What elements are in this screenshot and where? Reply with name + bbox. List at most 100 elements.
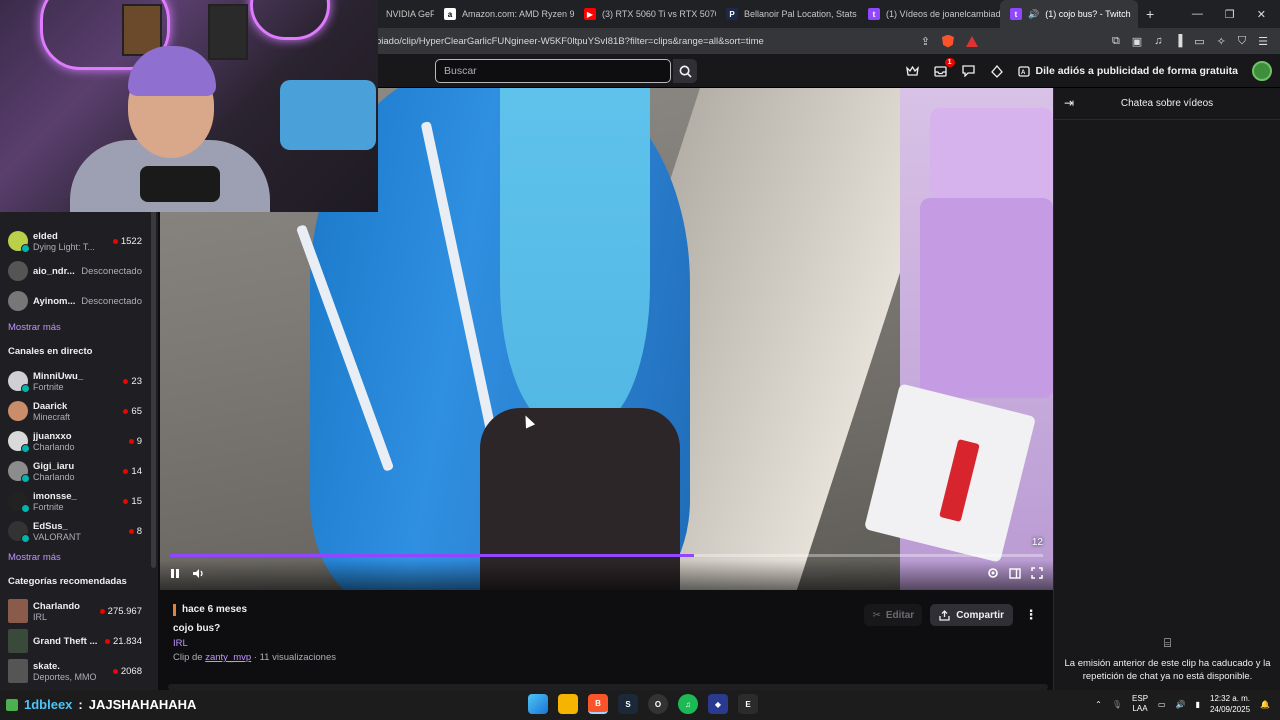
language-indicator[interactable]: ESP LAA <box>1132 694 1148 714</box>
followed-channels: elded Dying Light: T... 1522 aio_ndr... … <box>0 226 150 686</box>
viewer-count: 2068 <box>112 666 142 677</box>
edit-button[interactable]: ✂ Editar <box>864 604 923 626</box>
channel-name: MinniUwu_ <box>33 370 84 382</box>
audio-playing-icon[interactable]: 🔊 <box>1028 9 1039 20</box>
video-scene-tshirt <box>930 108 1053 198</box>
vpn-icon[interactable]: ⛉ <box>1238 35 1246 48</box>
tray-expand-icon[interactable]: ⌃ <box>1095 700 1102 709</box>
leo-icon[interactable]: ✧ <box>1217 35 1226 48</box>
brave-rewards-icon[interactable] <box>965 35 978 47</box>
menu-icon[interactable]: ☰ <box>1258 35 1268 48</box>
volume-icon[interactable] <box>192 566 205 584</box>
share-icon[interactable]: ⇪ <box>921 35 930 48</box>
clip-author-link[interactable]: zanty_mvp <box>205 652 251 663</box>
browser-tab-3[interactable]: P Bellanoir Pal Location, Stats & <box>716 0 858 28</box>
steam-icon[interactable]: S <box>618 694 638 714</box>
viewer-number: 65 <box>131 405 142 417</box>
sidebar-channel-elded[interactable]: elded Dying Light: T... 1522 <box>0 226 150 256</box>
user-avatar[interactable] <box>1252 61 1272 81</box>
bits-icon[interactable] <box>990 64 1004 78</box>
tab-label: Bellanoir Pal Location, Stats & <box>744 9 858 19</box>
wallet-icon[interactable]: ▭ <box>1194 35 1204 48</box>
share-label: Compartir <box>956 609 1004 621</box>
inbox-icon[interactable]: 1 <box>934 58 955 78</box>
channel-name: EdSus_ <box>33 520 68 532</box>
maximize-icon[interactable]: ❐ <box>1225 8 1235 21</box>
vpn-app-icon[interactable]: ◆ <box>708 694 728 714</box>
avatar <box>8 291 28 311</box>
extensions-icon[interactable]: ⧉ <box>1112 35 1120 48</box>
sidebar-channel-aio[interactable]: aio_ndr... Desconectado <box>0 256 150 286</box>
microphone <box>140 166 220 202</box>
sidebar-category-gta[interactable]: Grand Theft ... 21.834 <box>0 626 150 656</box>
pause-icon[interactable] <box>170 566 180 584</box>
network-icon[interactable]: ▭ <box>1158 700 1166 709</box>
music-icon[interactable]: ♫ <box>1154 35 1162 47</box>
more-options-icon[interactable]: ⋮ <box>1021 604 1041 626</box>
epic-games-icon[interactable]: E <box>738 694 758 714</box>
scissors-icon: ✂ <box>872 609 881 621</box>
viewer-number: 275.967 <box>107 605 142 617</box>
clip-category-link[interactable]: IRL <box>173 638 1040 649</box>
video-progress-fill <box>170 554 694 557</box>
obs-icon[interactable]: O <box>648 694 668 714</box>
video-controls <box>160 560 1053 590</box>
new-tab-icon[interactable]: + <box>1146 6 1154 22</box>
crown-icon[interactable] <box>906 64 920 78</box>
search-input[interactable]: Buscar <box>435 59 671 83</box>
sidebar-channel-ayinom[interactable]: Ayinom... Desconectado <box>0 286 150 316</box>
twitch-icon: t <box>1010 8 1022 20</box>
viewer-count: 8 <box>128 526 142 537</box>
show-more-followed[interactable]: Mostrar más <box>0 316 150 340</box>
channel-text: EdSus_ VALORANT <box>33 521 129 542</box>
browser-tab-active[interactable]: t 🔊 (1) cojo bus? - Twitch ✕ <box>1000 0 1138 28</box>
video-progress-bar[interactable] <box>170 554 1043 557</box>
viewer-number: 9 <box>136 435 142 447</box>
minimize-icon[interactable]: — <box>1192 8 1203 21</box>
show-more-live[interactable]: Mostrar más <box>0 546 150 570</box>
search-button[interactable] <box>673 59 697 83</box>
mic-tray-icon[interactable]: 🎙 <box>1112 700 1122 709</box>
sidebar-category-charlando[interactable]: Charlando IRL 275.967 <box>0 596 150 626</box>
media-icon[interactable]: ▣ <box>1132 35 1142 48</box>
whispers-icon[interactable] <box>962 64 976 78</box>
online-dot <box>21 244 30 253</box>
browser-tab-1[interactable]: a Amazon.com: AMD Ryzen 9 59 <box>434 0 574 28</box>
sidebar-icon[interactable]: ▐ <box>1174 35 1182 47</box>
speaker-icon[interactable]: 🔊 <box>1176 700 1186 709</box>
sidebar-category-skate[interactable]: skate. Deportes, MMO 2068 <box>0 656 150 686</box>
theatre-mode-icon[interactable] <box>1009 566 1021 584</box>
ad-free-icon: A <box>1017 65 1030 77</box>
video-scene-shirt <box>500 88 650 428</box>
browser-tab-4[interactable]: t (1) Vídeos de joanelcambiado <box>858 0 1000 28</box>
browser-tab-0[interactable]: NVIDIA GeF <box>376 0 434 28</box>
sidebar-channel-gigi[interactable]: Gigi_iaru Charlando 14 <box>0 456 150 486</box>
file-explorer-icon[interactable] <box>558 694 578 714</box>
share-button[interactable]: Compartir <box>930 604 1013 626</box>
fullscreen-icon[interactable] <box>1031 566 1043 584</box>
brave-shield-icon[interactable] <box>941 34 954 48</box>
tab-label: (3) RTX 5060 Ti vs RTX 5070 Ti <box>602 9 716 19</box>
windows-start-icon[interactable] <box>528 694 548 714</box>
category-name: Grand Theft ... <box>33 635 98 647</box>
sidebar-channel-jjuanxxo[interactable]: jjuanxxo Charlando 9 <box>0 426 150 456</box>
system-clock[interactable]: 12:32 a. m. 24/09/2025 <box>1210 693 1250 715</box>
ad-free-button[interactable]: A Dile adiós a publicidad de forma gratu… <box>1017 65 1238 77</box>
url-field[interactable]: biado/clip/HyperClearGarlicFUNgineer-W5K… <box>376 36 764 47</box>
channel-category: Fortnite <box>33 381 64 392</box>
battery-icon[interactable]: ▮ <box>1196 700 1200 709</box>
notifications-icon[interactable]: 🔔 <box>1260 700 1270 709</box>
category-name: Charlando <box>33 600 80 612</box>
sidebar-channel-edsus[interactable]: EdSus_ VALORANT 8 <box>0 516 150 546</box>
spotify-icon[interactable]: ♫ <box>678 694 698 714</box>
sidebar-channel-imonsse[interactable]: imonsse_ Fortnite 15 <box>0 486 150 516</box>
collapse-chat-icon[interactable]: ⇥ <box>1064 96 1074 110</box>
sidebar-channel-daarick[interactable]: Daarick Minecraft 65 <box>0 396 150 426</box>
browser-tab-2[interactable]: ▶ (3) RTX 5060 Ti vs RTX 5070 Ti <box>574 0 716 28</box>
chat-title: Chatea sobre vídeos <box>1120 98 1214 109</box>
settings-gear-icon[interactable] <box>987 566 999 584</box>
close-window-icon[interactable]: ✕ <box>1257 8 1266 21</box>
overlay-chat-separator: : <box>78 697 83 712</box>
sidebar-channel-minniuwu[interactable]: MinniUwu_ Fortnite 23 <box>0 366 150 396</box>
brave-browser-icon[interactable]: B <box>588 694 608 714</box>
